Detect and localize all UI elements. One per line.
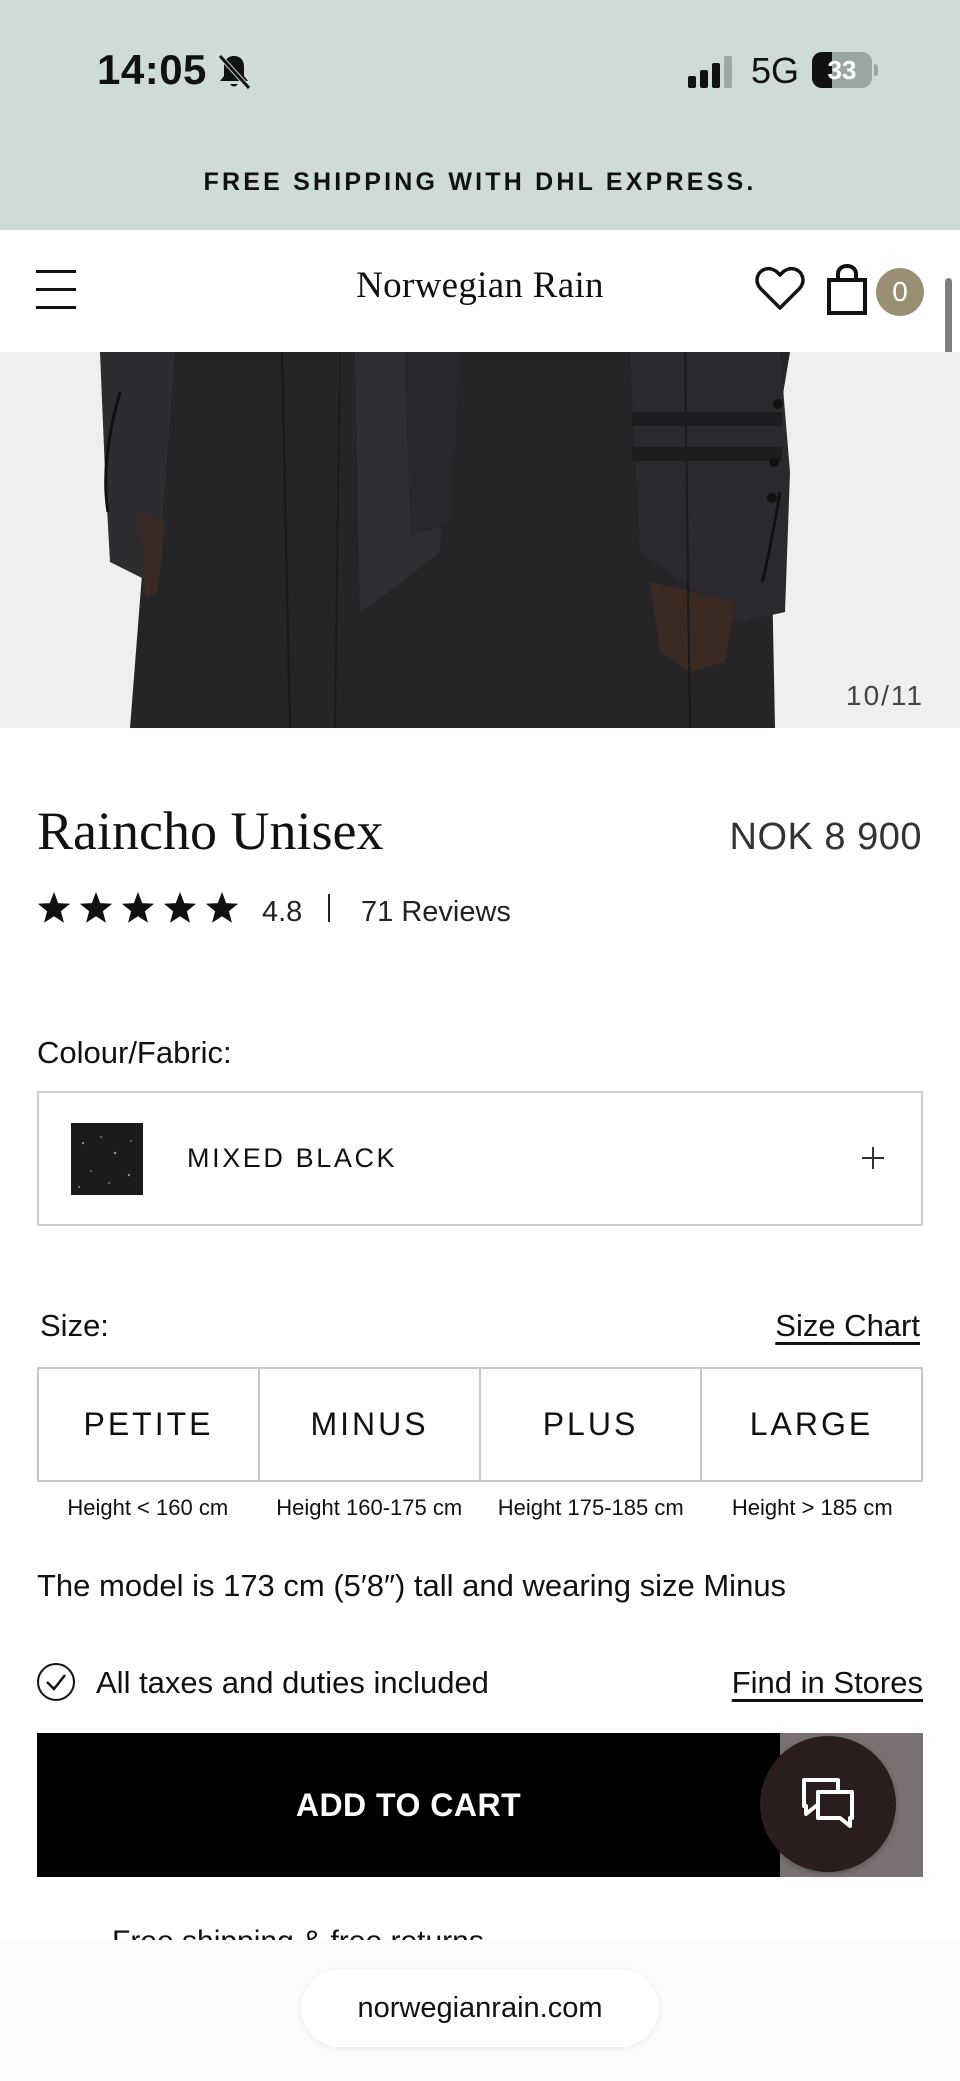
cart-count-badge[interactable]: 0 [876,268,924,316]
selected-colour: MIXED BLACK [187,1143,398,1173]
size-label: Size: [40,1308,109,1343]
add-to-cart-button[interactable]: ADD TO CART [37,1733,780,1877]
heart-icon[interactable] [755,266,805,312]
find-in-stores-link[interactable]: Find in Stores [732,1665,923,1701]
size-height-minus: Height 160-175 cm [276,1495,463,1520]
check-circle-icon [37,1663,75,1701]
size-option-petite[interactable]: PETITE [39,1369,260,1480]
url-bar[interactable]: norwegianrain.com [301,1969,659,2047]
rating-divider [328,894,330,922]
size-option-large[interactable]: LARGE [702,1369,921,1480]
star-icon [121,892,155,923]
product-price: NOK 8 900 [729,816,922,858]
colour-selector[interactable]: MIXED BLACK [37,1091,923,1226]
size-option-plus[interactable]: PLUS [481,1369,702,1480]
promo-text: FREE SHIPPING WITH DHL EXPRESS. [203,168,757,196]
signal-strength-icon [688,56,732,88]
rating-value: 4.8 [262,896,303,928]
size-option-minus[interactable]: MINUS [260,1369,481,1480]
taxes-included-text: All taxes and duties included [96,1665,489,1700]
size-selector: PETITE MINUS PLUS LARGE [37,1367,923,1482]
plus-icon [862,1147,884,1169]
fabric-swatch [71,1123,143,1195]
chat-button[interactable] [760,1736,896,1872]
chat-bubbles-icon [802,1778,854,1828]
star-rating-icons [37,892,239,923]
colour-label: Colour/Fabric: [37,1035,232,1070]
coat-photo [0,352,960,728]
star-icon [79,892,113,923]
image-counter: 10/11 [846,680,924,711]
bell-slash-icon [218,54,251,90]
size-height-large: Height > 185 cm [731,1495,893,1520]
status-time: 14:05 [97,46,207,93]
star-icon [37,892,71,923]
product-image[interactable] [0,352,960,728]
star-icon [163,892,197,923]
size-height-plus: Height 175-185 cm [497,1495,684,1520]
battery-indicator: 33 [812,52,878,88]
reviews-link[interactable]: 71 Reviews [361,896,511,929]
product-title: Raincho Unisex [37,801,384,861]
shopping-bag-icon[interactable] [826,264,868,316]
brand-logo[interactable]: Norwegian Rain [0,264,960,307]
network-label: 5G [751,50,800,91]
battery-percent: 33 [827,55,857,85]
model-info: The model is 173 cm (5′8″) tall and wear… [37,1568,787,1603]
size-chart-link[interactable]: Size Chart [775,1308,920,1344]
star-icon [205,892,239,923]
size-height-guide: Height < 160 cm Height 160-175 cm Height… [37,1495,923,1521]
size-height-petite: Height < 160 cm [67,1495,229,1520]
